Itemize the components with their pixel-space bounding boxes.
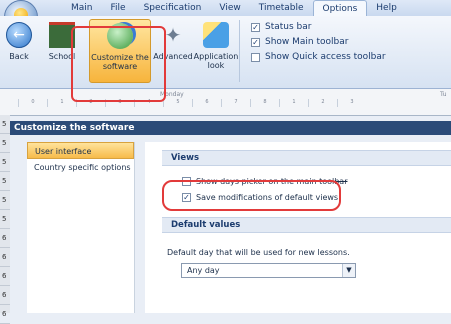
advanced-button[interactable]: ✦ Advanced [153,19,193,83]
row-number: 5 [0,210,10,229]
back-arrow-icon: ← [6,22,32,48]
hour-label: 0 [18,99,47,107]
days-picker-label: Show days picker on the main toolbar [196,177,348,186]
nav-item-country-options[interactable]: Country specific options [27,159,134,176]
hour-label: 1 [47,99,76,107]
tab-file[interactable]: File [102,0,135,17]
tab-main[interactable]: Main [62,0,102,17]
hour-label: 2 [308,99,337,107]
default-values-heading: Default values [162,217,451,233]
school-button[interactable]: School [42,19,82,83]
tab-specification[interactable]: Specification [135,0,211,17]
row-number: 5 [0,134,10,153]
hour-label: 3 [105,99,134,107]
application-look-button[interactable]: Application look [193,19,239,83]
application-look-label: Application look [193,52,239,70]
row-number: 6 [0,229,10,248]
days-picker-checkbox[interactable] [182,177,191,186]
ribbon-body: ← Back School Customize the software ✦ A… [0,16,451,89]
school-label: School [48,52,76,61]
hour-label: 8 [250,99,279,107]
chevron-down-icon[interactable]: ▼ [342,264,355,277]
tab-help[interactable]: Help [367,0,406,17]
row-number-column: 5 5 5 5 5 5 6 6 6 6 6 [0,115,10,324]
save-default-views-option[interactable]: ✓ Save modifications of default views [182,191,338,204]
status-bar-label: Status bar [265,22,312,32]
panel-title: Customize the software [10,121,451,135]
main-toolbar-checkbox[interactable]: ✓ [251,37,260,47]
advanced-label: Advanced [153,52,193,61]
save-default-views-label: Save modifications of default views [196,193,339,202]
customize-label: Customize the software [91,53,149,71]
hour-label: 3 [337,99,366,107]
row-number: 5 [0,172,10,191]
row-number: 6 [0,286,10,305]
nav-item-user-interface[interactable]: User interface [27,142,134,159]
customize-icon [107,23,133,49]
day-label-next: Tu [440,91,447,98]
default-day-select[interactable]: Any day ▼ [181,263,356,278]
hour-label: 4 [134,99,163,107]
customize-software-button[interactable]: Customize the software [89,19,151,83]
views-heading: Views [162,150,451,166]
row-number: 6 [0,267,10,286]
hour-label: 1 [279,99,308,107]
row-number: 5 [0,153,10,172]
default-day-description: Default day that will be used for new le… [167,248,350,257]
row-number: 5 [0,191,10,210]
days-picker-option[interactable]: Show days picker on the main toolbar [182,175,347,188]
save-default-views-checkbox[interactable]: ✓ [182,193,191,202]
day-label-monday: Monday [160,91,184,98]
quick-access-label: Show Quick access toolbar [265,52,386,62]
options-nav: User interface Country specific options [27,142,135,313]
ribbon-separator [239,20,240,82]
tools-icon: ✦ [164,23,182,47]
school-board-icon [49,22,75,48]
row-number: 6 [0,305,10,324]
quick-access-checkbox[interactable] [251,52,260,62]
hour-label: 5 [163,99,192,107]
default-day-value: Any day [187,266,220,275]
hour-label: 7 [221,99,250,107]
status-bar-option[interactable]: ✓ Status bar [251,20,311,34]
row-number: 6 [0,248,10,267]
tab-timetable[interactable]: Timetable [250,0,313,17]
back-label: Back [9,52,29,61]
options-content: Views Show days picker on the main toolb… [145,142,451,313]
tab-view[interactable]: View [210,0,249,17]
main-toolbar-label: Show Main toolbar [265,37,349,47]
main-toolbar-option[interactable]: ✓ Show Main toolbar [251,35,348,49]
tab-options[interactable]: Options [312,0,368,17]
row-number: 5 [0,115,10,134]
back-button[interactable]: ← Back [3,19,35,83]
ribbon-tabs: Main File Specification View Timetable O… [62,0,406,17]
hour-ruler: 0 1 2 3 4 5 6 7 8 1 2 3 [18,99,451,107]
hour-label: 2 [76,99,105,107]
hour-label: 6 [192,99,221,107]
paint-icon [203,22,229,48]
quick-access-option[interactable]: Show Quick access toolbar [251,50,386,64]
status-bar-checkbox[interactable]: ✓ [251,22,260,32]
timetable-header: Monday Tu 0 1 2 3 4 5 6 7 8 1 2 3 [0,89,451,116]
